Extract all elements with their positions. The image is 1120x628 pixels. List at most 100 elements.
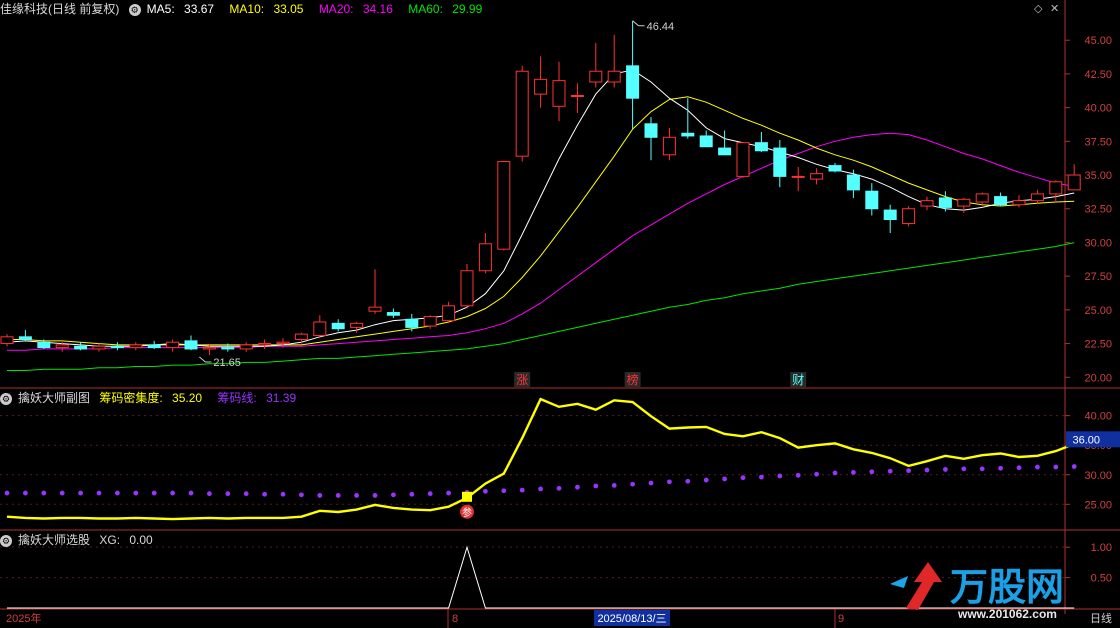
candle-down: [626, 65, 640, 99]
candle-down: [221, 347, 235, 350]
chip-line-dot: [427, 491, 433, 497]
chip-line-dot: [133, 490, 139, 496]
chip-line-dot: [335, 493, 341, 498]
chip-line-dot: [391, 492, 396, 498]
chip-line-dot: [869, 469, 875, 475]
chip-line-dot: [759, 474, 764, 480]
chip-line-dot: [78, 490, 83, 496]
diamond-icon[interactable]: ◇: [1034, 2, 1042, 15]
sub1-name[interactable]: 擒妖大师副图: [18, 391, 90, 405]
date-label-sep: 9: [838, 613, 844, 625]
stock-title[interactable]: 佳缘科技(日线 前复权): [0, 2, 119, 16]
candle-up: [294, 333, 308, 341]
chip-line-dot: [740, 475, 746, 481]
high-marker: [632, 20, 645, 27]
ma20-line: [7, 132, 1075, 351]
chart-stage[interactable]: 45.00 42.50 40.00 37.50 35.00 32.50 30.00 27.50…: [0, 0, 1120, 628]
price-tick-label: 25.00: [1084, 305, 1112, 317]
chip-value: 31.39: [266, 391, 297, 405]
high-annotation: 46.44: [647, 21, 675, 33]
settings-icon[interactable]: ⚙: [128, 3, 141, 16]
candle-up: [460, 270, 474, 307]
chip-line-dot: [317, 493, 323, 498]
chip-line-dot: [4, 490, 10, 496]
chip-line-dot: [299, 492, 304, 498]
candle-up: [239, 344, 253, 350]
candle-down: [718, 147, 732, 156]
low-annotation: 21.65: [213, 357, 241, 369]
chip-line-dot: [1016, 465, 1022, 471]
candle-up: [662, 136, 676, 156]
candle-down: [37, 341, 51, 349]
price-tick-label: 20.00: [1084, 372, 1112, 384]
candle-up: [515, 70, 529, 157]
candle-up: [570, 94, 584, 97]
date-label-start: 2025年: [6, 611, 41, 625]
close-icon[interactable]: ✕: [1050, 2, 1059, 15]
chip-line-dot: [906, 468, 911, 474]
candle-up: [202, 347, 216, 350]
candle-down: [773, 147, 787, 177]
chip-line-dot: [611, 482, 617, 488]
chip-label: 筹码线: 31.39: [217, 391, 297, 405]
price-tick-label: 27.50: [1084, 271, 1112, 283]
chip-line-dot: [207, 491, 212, 497]
candle-up: [368, 306, 382, 312]
chip-line-dot: [1071, 464, 1077, 469]
date-label-aug: 8: [452, 613, 458, 625]
candle-down: [938, 197, 952, 208]
watermark-url: www.201062.com: [957, 607, 1057, 621]
candle-up: [258, 343, 272, 346]
event-marker: 涨: [516, 372, 528, 387]
chip-line-dot: [924, 467, 930, 473]
candle-down: [405, 318, 419, 328]
candle-up: [1012, 200, 1026, 206]
candle-down: [644, 123, 658, 138]
chip-line-dot: [630, 481, 635, 487]
candle-up: [0, 336, 14, 345]
sub1-tick-label: 40.00: [1084, 411, 1112, 423]
chip-line-dot: [1035, 464, 1040, 470]
chip-line-dot: [446, 490, 451, 496]
chip-line-dot: [667, 479, 672, 485]
candle-down: [846, 174, 860, 191]
candle-up: [736, 142, 750, 177]
chip-line-dot: [851, 469, 856, 475]
chip-line-dot: [409, 491, 415, 497]
price-tick-label: 37.50: [1084, 136, 1112, 148]
candle-up: [350, 322, 364, 328]
candle-down: [681, 132, 695, 137]
chip-line-dot: [59, 490, 65, 496]
ma5-line: [6, 69, 1075, 347]
candle-down: [883, 209, 897, 221]
candle-down: [147, 344, 161, 349]
candle-up: [791, 175, 805, 178]
candle-down: [699, 135, 713, 148]
chip-line-dot: [814, 471, 819, 477]
candle-up: [1030, 193, 1044, 202]
candle-up: [920, 200, 934, 207]
sub1-tick-label: 25.00: [1084, 499, 1112, 511]
candle-up: [497, 161, 511, 250]
settings-icon[interactable]: ⚙: [0, 534, 12, 547]
candle-down: [754, 142, 768, 152]
chip-line-dot: [23, 490, 28, 496]
candle-up: [902, 208, 916, 225]
sub2-name[interactable]: 擒妖大师选股: [18, 533, 90, 547]
candle-up: [313, 321, 327, 336]
candle-up: [957, 198, 971, 207]
density-value: 35.20: [172, 391, 203, 405]
candle-down: [110, 345, 124, 349]
current-value-label: 36.00: [1072, 434, 1100, 446]
chip-line-dot: [832, 470, 838, 476]
chip-line-dot: [262, 491, 267, 497]
candle-up: [55, 344, 69, 349]
settings-icon[interactable]: ⚙: [0, 392, 12, 405]
candle-down: [74, 345, 88, 350]
candle-up: [442, 305, 456, 322]
candle-down: [865, 190, 879, 210]
candle-down: [994, 196, 1008, 206]
chip-line-dot: [685, 478, 691, 484]
main-chart-header: 佳缘科技(日线 前复权) ⚙ MA5: 33.67 MA10: 33.05 MA2…: [0, 0, 494, 18]
sub1-header: ⚙ 擒妖大师副图 筹码密集度: 35.20 筹码线: 31.39: [0, 389, 308, 407]
